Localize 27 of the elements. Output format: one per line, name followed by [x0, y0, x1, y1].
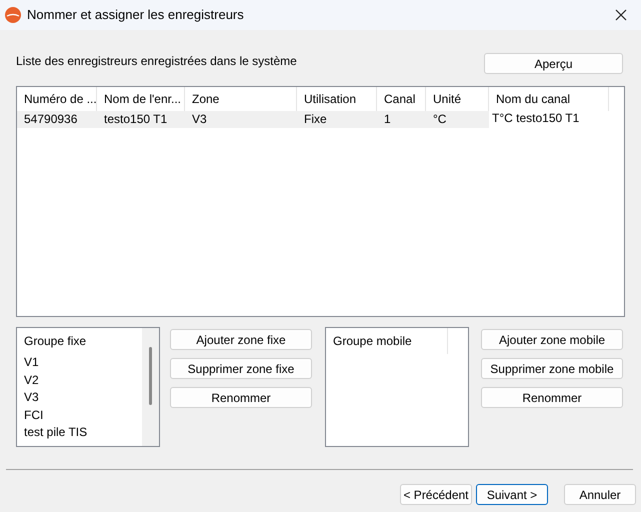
- zone-button[interactable]: Supprimer zone fixe: [170, 358, 312, 379]
- zone-button[interactable]: Renommer: [170, 387, 312, 408]
- zone-button[interactable]: Ajouter zone fixe: [170, 329, 312, 350]
- scrollbar[interactable]: [142, 328, 159, 446]
- zone-button[interactable]: Ajouter zone mobile: [481, 329, 623, 350]
- wizard-button[interactable]: < Précédent: [400, 484, 472, 505]
- wizard-button[interactable]: Suivant >: [476, 484, 548, 505]
- preview-button[interactable]: Aperçu: [484, 53, 623, 74]
- wizard-button[interactable]: Annuler: [564, 484, 636, 505]
- table-cell-text: testo150 T1: [103, 111, 168, 128]
- zone-button[interactable]: Supprimer zone mobile: [481, 358, 623, 379]
- close-icon[interactable]: [615, 9, 627, 21]
- window-title: Nommer et assigner les enregistreurs: [27, 6, 245, 24]
- list-header[interactable]: Groupe mobile: [326, 328, 448, 354]
- table-cell-text: 1: [383, 111, 392, 128]
- zone-item[interactable]: FCI: [17, 406, 142, 424]
- list-label: Liste des enregistreurs enregistrées dans le système: [16, 53, 298, 70]
- zone-item[interactable]: V1: [17, 354, 142, 372]
- zone-item[interactable]: V2: [17, 372, 142, 389]
- table-cell-text: V3: [191, 111, 208, 128]
- zone-item[interactable]: test pile TIS: [17, 424, 142, 442]
- app-logo-icon: [5, 7, 21, 23]
- zone-item[interactable]: V3: [17, 389, 142, 406]
- table-cell-text: 54790936: [23, 111, 78, 128]
- zone-button[interactable]: Renommer: [481, 387, 623, 408]
- table-cell-text: Fixe: [303, 111, 328, 128]
- table-cell-text: °C: [432, 111, 448, 128]
